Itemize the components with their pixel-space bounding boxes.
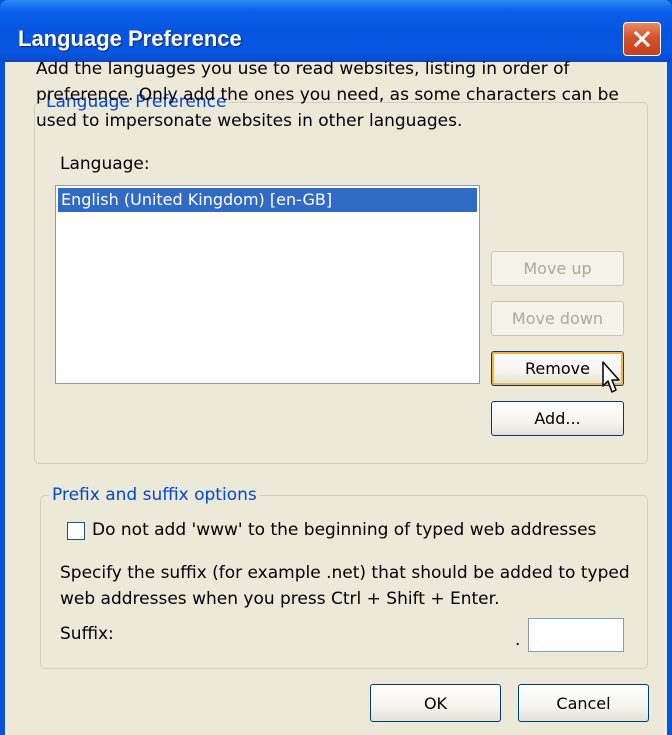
close-button[interactable] bbox=[623, 22, 661, 56]
language-description: Add the languages you use to read websit… bbox=[36, 59, 619, 131]
hand-cursor-icon bbox=[602, 361, 620, 393]
move-down-button[interactable]: Move down bbox=[491, 301, 624, 336]
close-icon bbox=[633, 30, 651, 48]
window-title: Language Preference bbox=[18, 26, 242, 51]
prefix-group-legend: Prefix and suffix options bbox=[49, 484, 260, 506]
cancel-button[interactable]: Cancel bbox=[518, 684, 649, 722]
www-checkbox-label[interactable]: Do not add 'www' to the beginning of typ… bbox=[92, 520, 596, 540]
language-listbox[interactable]: English (United Kingdom) [en-GB] bbox=[55, 185, 480, 384]
suffix-input[interactable] bbox=[528, 618, 624, 652]
www-checkbox[interactable] bbox=[67, 522, 85, 540]
ok-button[interactable]: OK bbox=[370, 684, 501, 722]
title-bar[interactable]: Language Preference bbox=[0, 0, 672, 62]
language-preference-dialog: Language Preference Language Preference … bbox=[0, 0, 672, 735]
add-button[interactable]: Add... bbox=[491, 401, 624, 436]
language-list-label: Language: bbox=[60, 154, 150, 174]
move-up-button[interactable]: Move up bbox=[491, 251, 624, 286]
suffix-label: Suffix: bbox=[60, 624, 114, 644]
suffix-description: Specify the suffix (for example .net) th… bbox=[60, 563, 630, 609]
suffix-dot: . bbox=[515, 630, 521, 650]
list-item-language[interactable]: English (United Kingdom) [en-GB] bbox=[58, 188, 477, 212]
